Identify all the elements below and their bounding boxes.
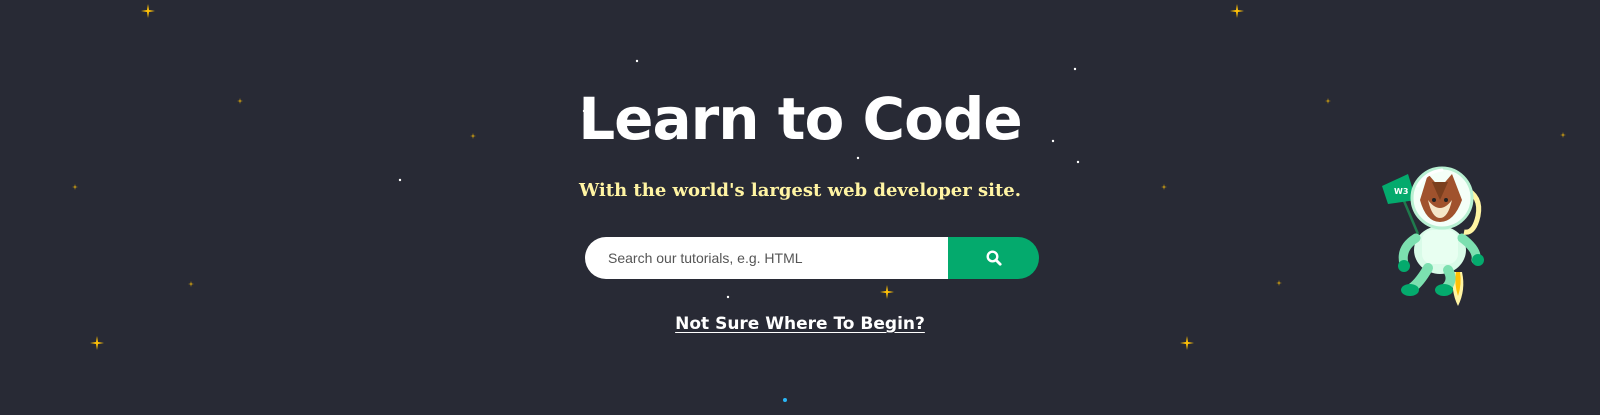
begin-link-wrapper: Not Sure Where To Begin? (0, 311, 1600, 338)
astronaut-mascot-icon: W3 (1382, 166, 1484, 306)
page-subtitle: With the world's largest web developer s… (579, 180, 1021, 201)
search-input[interactable] (585, 237, 948, 279)
page-title: Learn to Code (578, 85, 1023, 153)
search-button[interactable] (948, 237, 1039, 279)
star-dots-icon (398, 59, 1080, 402)
search-icon (985, 250, 1002, 266)
search-bar (585, 237, 1039, 279)
hero-section: Learn to Code With the world's largest w… (0, 0, 1600, 415)
flag-text: W3 (1394, 187, 1408, 196)
not-sure-where-to-begin-link[interactable]: Not Sure Where To Begin? (675, 314, 925, 334)
